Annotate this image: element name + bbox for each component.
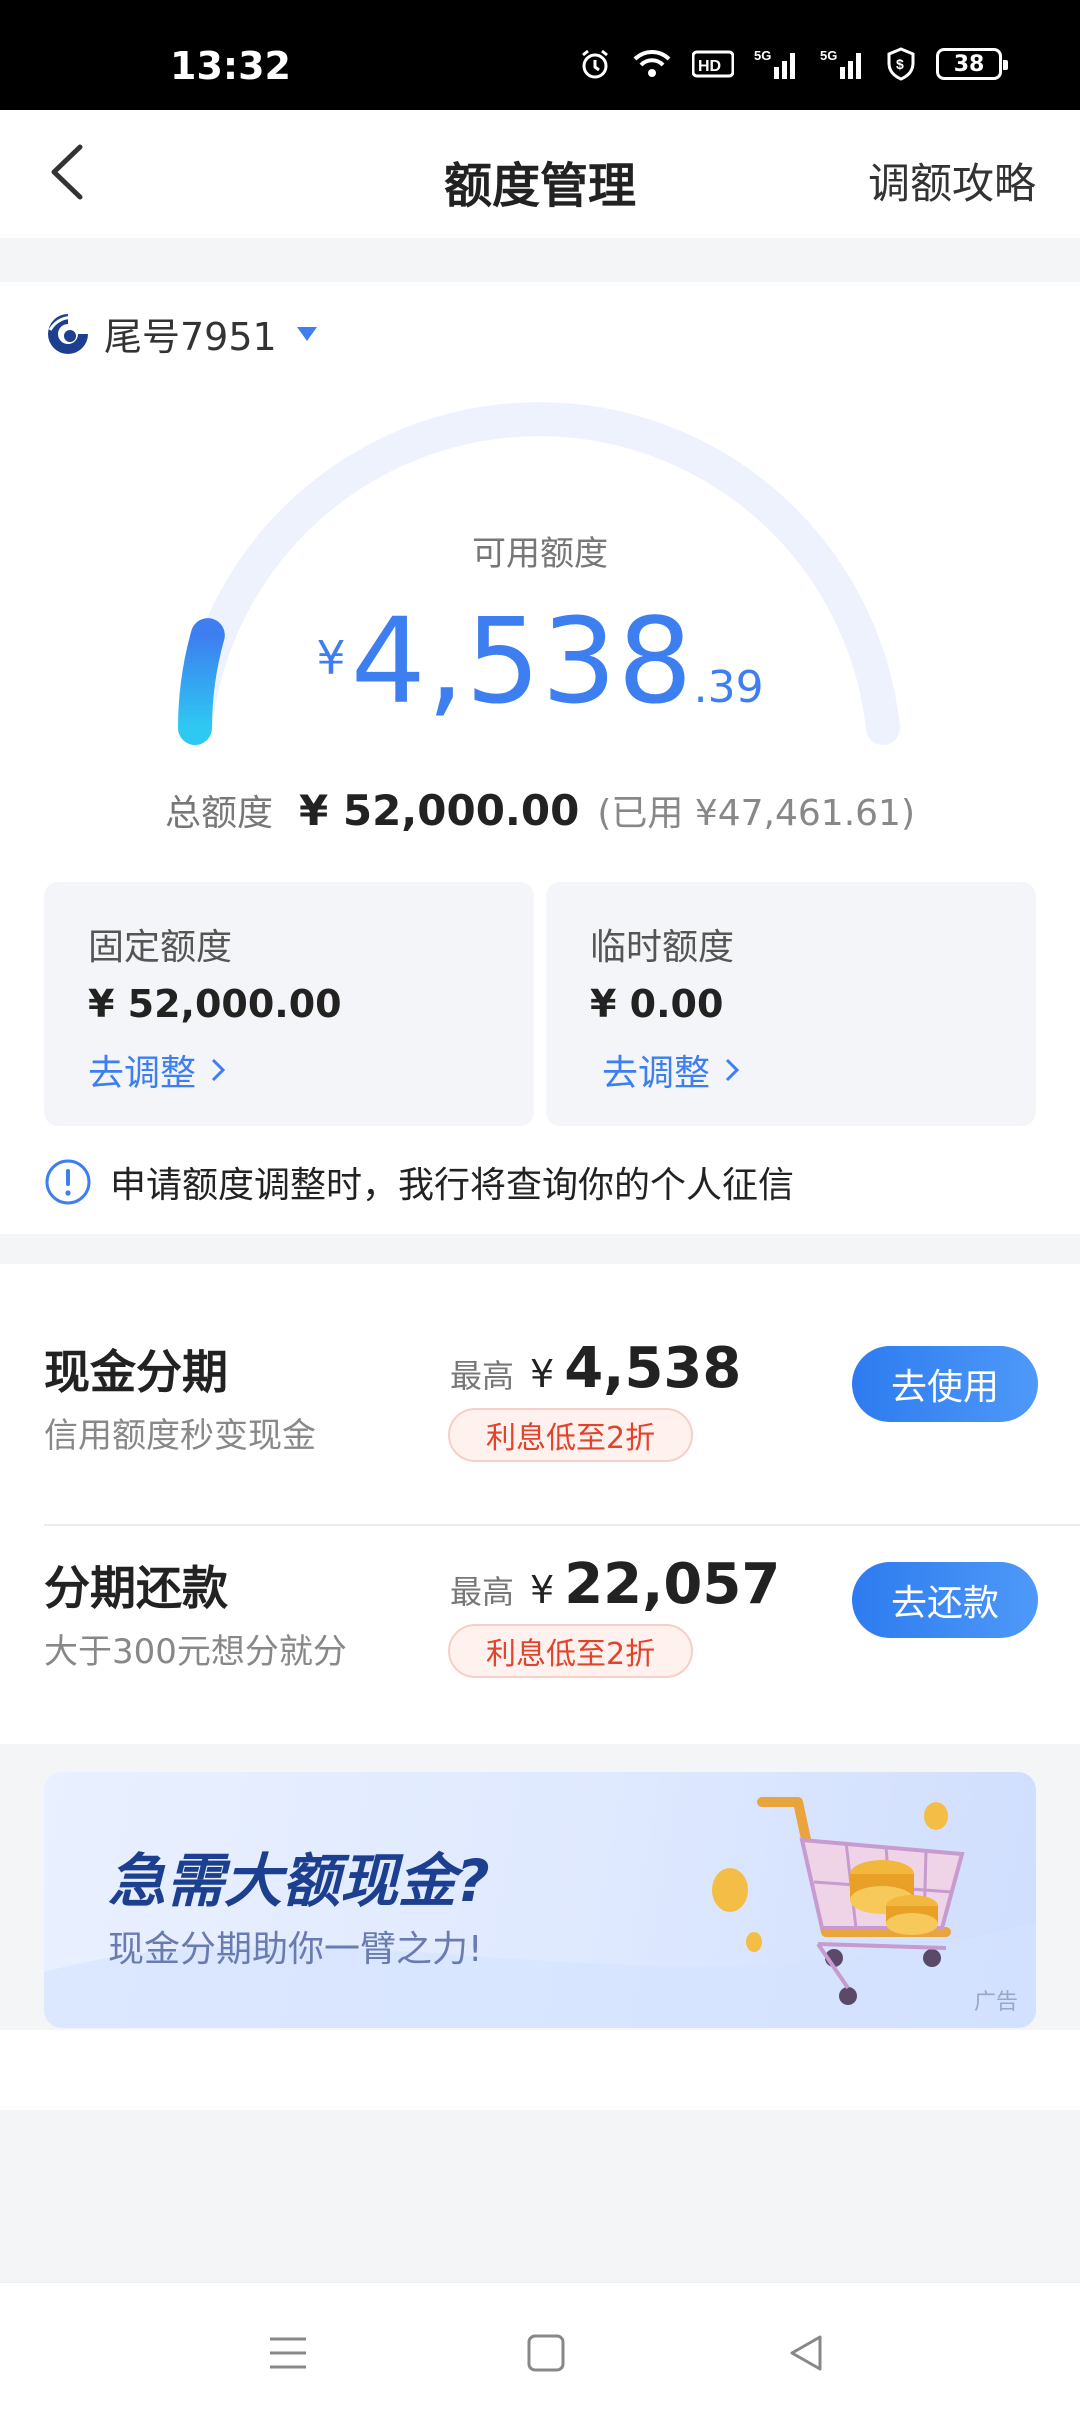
- chevron-right-icon: [211, 1058, 226, 1082]
- recent-apps-button[interactable]: [258, 2323, 318, 2383]
- max-value: 22,057: [564, 1552, 781, 1617]
- back-button[interactable]: [36, 140, 96, 204]
- available-credit-amount: ¥ 4,538.39: [0, 592, 1080, 730]
- credit-tips-link[interactable]: 调额攻略: [868, 150, 1036, 211]
- total-credit-label: 总额度: [165, 793, 274, 834]
- credit-overview-card: 尾号7951 可用额度 ¥ 4,538.39 总额度 ¥ 52,000.00 (已用…: [0, 282, 1080, 1234]
- offer-max-amount: 最高 ¥ 4,538: [450, 1336, 741, 1401]
- interest-tag: 利息低至2折: [448, 1624, 694, 1678]
- hd-icon: HD: [692, 46, 734, 82]
- currency-symbol: ¥: [530, 1568, 555, 1612]
- currency-symbol: ¥: [316, 631, 346, 685]
- info-icon: [45, 1159, 91, 1205]
- temporary-quota-label: 临时额度: [590, 927, 735, 968]
- home-button[interactable]: [516, 2323, 576, 2383]
- fixed-quota-value: ¥ 52,000.00: [88, 982, 342, 1026]
- ad-banner[interactable]: 急需大额现金? 现金分期助你一臂之力! 广告: [44, 1772, 1036, 2028]
- status-icons: HD 5G 5G $ 38: [578, 46, 1008, 82]
- divider: [44, 1524, 1080, 1526]
- status-bar: 13:32 HD 5G 5G $ 38: [0, 0, 1080, 110]
- ad-section: 急需大额现金? 现金分期助你一臂之力! 广告: [0, 1744, 1080, 2030]
- fixed-quota-label: 固定额度: [88, 927, 233, 968]
- currency-symbol: ¥: [530, 1352, 555, 1396]
- ad-label: 广告: [973, 1990, 1018, 2015]
- svg-text:$: $: [896, 56, 904, 72]
- offer-max-amount: 最高 ¥ 22,057: [450, 1552, 780, 1617]
- square-icon: [527, 2334, 565, 2372]
- ad-headline: 急需大额现金?: [108, 1847, 490, 1915]
- temporary-quota-value: ¥ 0.00: [590, 982, 724, 1026]
- shopping-cart-coins-illustration: [712, 1797, 965, 2005]
- triangle-back-icon: [790, 2335, 822, 2371]
- loan-offer-cash-installment: 现金分期 信用额度秒变现金 最高 ¥ 4,538 利息低至2折 去使用: [0, 1314, 1080, 1530]
- temporary-quota-card: 临时额度 ¥ 0.00 去调整: [546, 882, 1036, 1126]
- loan-offer-installment-repayment: 分期还款 大于300元想分就分 最高 ¥ 22,057 利息低至2折 去还款: [0, 1530, 1080, 1746]
- max-label: 最高: [450, 1357, 515, 1395]
- fixed-quota-card: 固定额度 ¥ 52,000.00 去调整: [44, 882, 534, 1126]
- ad-subtitle: 现金分期助你一臂之力!: [108, 1929, 483, 1970]
- available-decimal: .39: [693, 662, 764, 713]
- interest-tag: 利息低至2折: [448, 1408, 694, 1462]
- max-label: 最高: [450, 1573, 515, 1611]
- adjust-fixed-quota-link[interactable]: 去调整: [88, 1044, 226, 1096]
- repay-button[interactable]: 去还款: [852, 1562, 1038, 1638]
- chevron-left-icon: [51, 144, 83, 200]
- notice-text: 申请额度调整时，我行将查询你的个人征信: [110, 1165, 795, 1206]
- svg-text:HD: HD: [698, 58, 721, 75]
- adjust-link-label: 去调整: [602, 1053, 711, 1094]
- available-integer: 4,538: [350, 592, 694, 730]
- offer-title: 现金分期: [44, 1345, 228, 1399]
- shield-icon: $: [886, 46, 916, 82]
- offer-subtitle: 信用额度秒变现金: [44, 1416, 316, 1456]
- offer-subtitle: 大于300元想分就分: [44, 1632, 347, 1672]
- system-navigation-bar: [0, 2282, 1080, 2412]
- used-credit: (已用 ¥47,461.61): [597, 793, 915, 834]
- app-header: 额度管理 调额攻略: [0, 110, 1080, 238]
- spacer: [0, 2030, 1080, 2110]
- offer-title: 分期还款: [44, 1561, 228, 1615]
- menu-icon: [270, 2337, 306, 2369]
- adjust-temporary-quota-link[interactable]: 去调整: [602, 1044, 740, 1096]
- battery-icon: 38: [936, 48, 1008, 80]
- max-value: 4,538: [564, 1336, 742, 1401]
- svg-text:5G: 5G: [754, 48, 771, 63]
- svg-text:5G: 5G: [820, 48, 837, 63]
- chevron-right-icon: [725, 1058, 740, 1082]
- 5g-signal-icon: 5G: [820, 46, 866, 82]
- use-button[interactable]: 去使用: [852, 1346, 1038, 1422]
- credit-check-notice: 申请额度调整时，我行将查询你的个人征信: [44, 1156, 794, 1208]
- alarm-icon: [578, 46, 612, 82]
- status-time: 13:32: [170, 44, 291, 88]
- 5g-signal-icon: 5G: [754, 46, 800, 82]
- total-credit: 总额度 ¥ 52,000.00 (已用 ¥47,461.61): [0, 784, 1080, 836]
- back-nav-button[interactable]: [776, 2323, 836, 2383]
- total-credit-amount: ¥ 52,000.00: [299, 786, 580, 835]
- available-credit-label: 可用额度: [472, 534, 608, 574]
- loan-offers-section: 现金分期 信用额度秒变现金 最高 ¥ 4,538 利息低至2折 去使用 分期还款…: [0, 1264, 1080, 1744]
- adjust-link-label: 去调整: [88, 1053, 197, 1094]
- wifi-icon: [632, 46, 672, 82]
